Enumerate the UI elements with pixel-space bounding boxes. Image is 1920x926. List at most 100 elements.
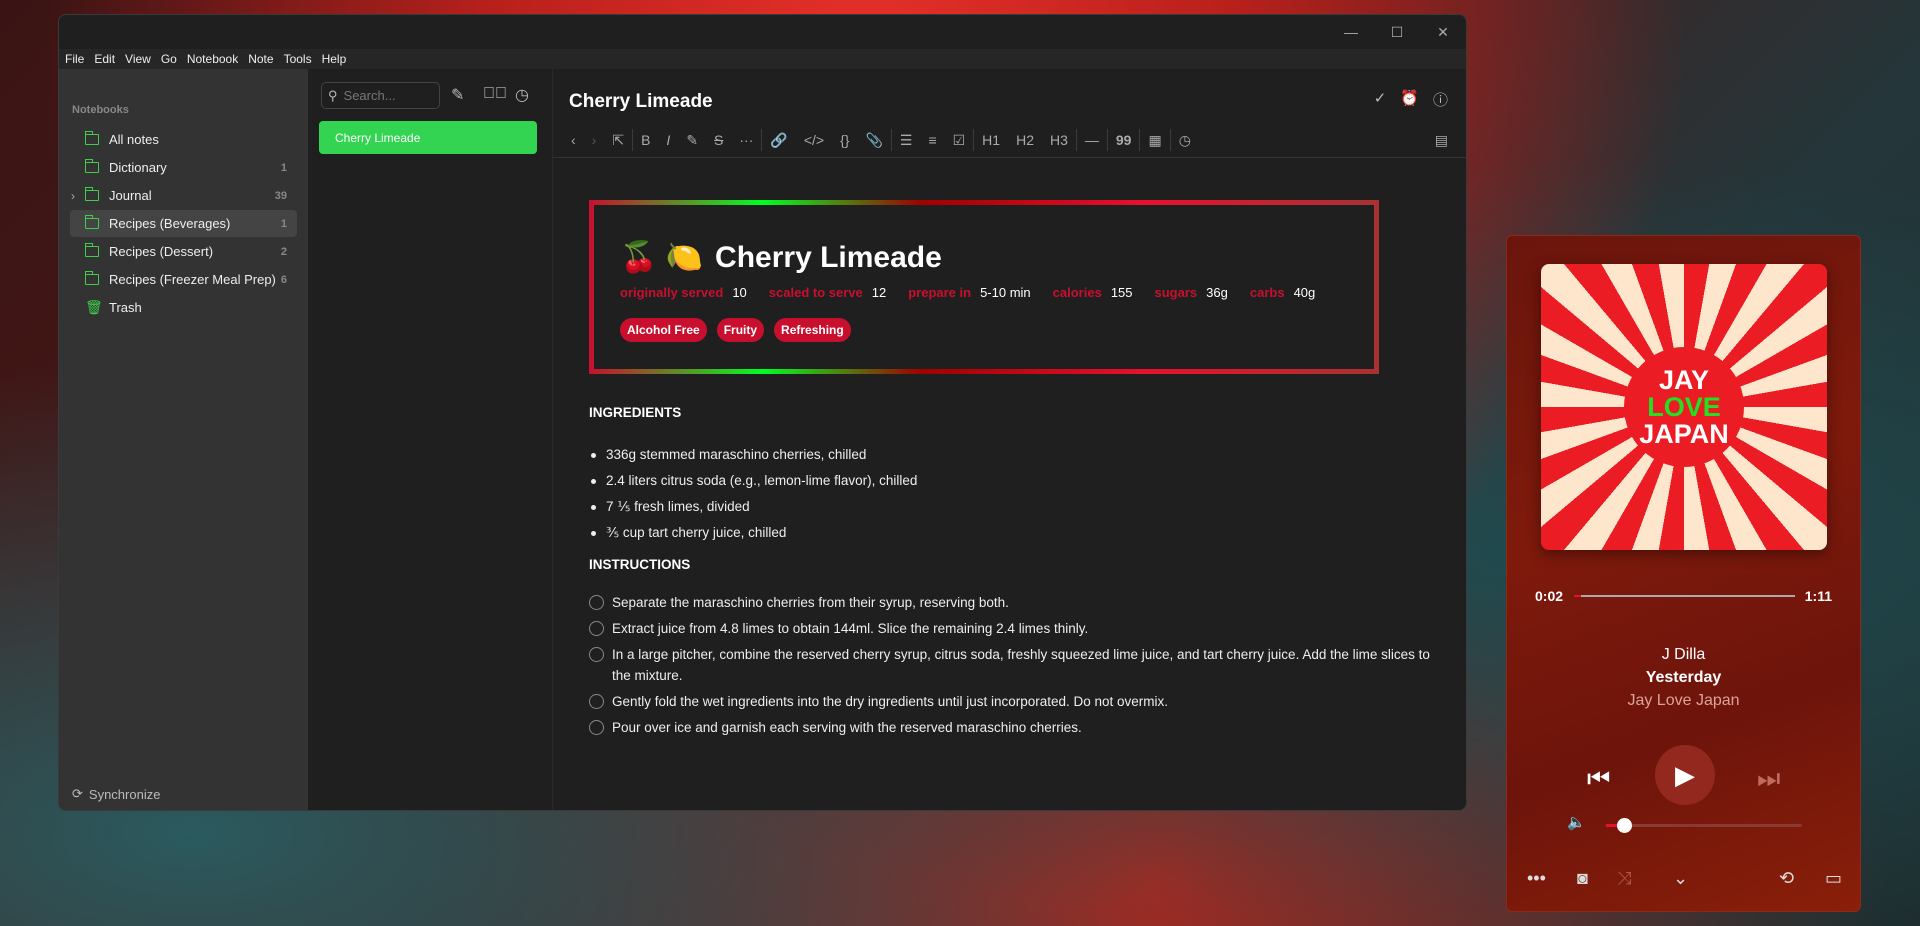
- forward-icon[interactable]: ›: [592, 132, 597, 148]
- menu-view[interactable]: View: [125, 52, 151, 66]
- editor: Cherry Limeade ✓ ⏰ ⓘ ‹ › ⇱ B I ✎ S ··· 🔗 <…: [553, 69, 1466, 810]
- menu-tools[interactable]: Tools: [284, 52, 312, 66]
- quote-icon[interactable]: 99: [1116, 132, 1132, 148]
- item-count: 1: [280, 161, 287, 174]
- folder-icon: [84, 271, 99, 285]
- more-options-icon[interactable]: •••: [1527, 868, 1546, 889]
- bullet-list-icon[interactable]: ☰: [900, 132, 913, 149]
- menu-help[interactable]: Help: [322, 52, 347, 66]
- inline-code-icon[interactable]: </>: [804, 132, 824, 148]
- recipe-title: Cherry Limeade: [715, 240, 942, 274]
- chevron-down-icon[interactable]: ⌄: [1673, 868, 1688, 889]
- trash-icon: 🗑: [85, 299, 103, 315]
- volume-icon[interactable]: 🔈: [1567, 813, 1586, 831]
- sidebar-item-dictionary[interactable]: Dictionary 1: [70, 154, 297, 181]
- checklist-item: Gently fold the wet ingredients into the…: [589, 691, 1439, 712]
- volume-knob[interactable]: [1616, 818, 1632, 833]
- sidebar-item-recipes-freezer[interactable]: Recipes (Freezer Meal Prep) 6: [70, 266, 297, 293]
- item-count: 2: [280, 245, 287, 258]
- sidebar-item-recipes-dessert[interactable]: Recipes (Dessert) 2: [70, 238, 297, 265]
- italic-icon[interactable]: I: [666, 132, 670, 148]
- sidebar-item-recipes-beverages[interactable]: Recipes (Beverages) 1: [70, 210, 297, 237]
- checkbox[interactable]: [589, 647, 604, 662]
- tag-badge: Alcohol Free: [620, 318, 707, 342]
- heading2-icon[interactable]: H2: [1016, 132, 1034, 148]
- artist-name: J Dilla: [1661, 646, 1706, 663]
- table-icon[interactable]: ▦: [1148, 132, 1161, 149]
- synchronize-button[interactable]: ⟳ Synchronize: [72, 786, 160, 802]
- numbered-list-icon[interactable]: ≡: [928, 132, 936, 148]
- link-icon[interactable]: 🔗: [770, 132, 787, 149]
- maximize-button[interactable]: ☐: [1374, 15, 1420, 49]
- more-icon[interactable]: ···: [739, 132, 753, 148]
- meta-key: prepare in: [908, 285, 972, 300]
- volume-slider[interactable]: [1606, 818, 1802, 833]
- todo-badge-icon[interactable]: ✓: [1374, 89, 1387, 110]
- checklist-item: Pour over ice and garnish each serving w…: [589, 717, 1439, 738]
- new-note-icon[interactable]: ✎: [451, 85, 464, 105]
- insert-time-icon[interactable]: ◷: [1179, 132, 1191, 149]
- new-todo-icon[interactable]: ✓⃝: [483, 85, 507, 103]
- meta-key: scaled to serve: [768, 285, 863, 300]
- repeat-icon[interactable]: ⟲: [1779, 868, 1794, 889]
- note-item-selected[interactable]: Cherry Limeade: [319, 121, 537, 154]
- item-label: All notes: [109, 132, 159, 147]
- ingredients-heading: INGREDIENTS: [589, 405, 682, 420]
- back-icon[interactable]: ‹: [571, 132, 576, 148]
- info-icon[interactable]: ⓘ: [1433, 89, 1448, 110]
- play-button[interactable]: ▶: [1655, 745, 1715, 805]
- heading3-icon[interactable]: H3: [1050, 132, 1068, 148]
- chevron-right-icon[interactable]: ›: [71, 189, 75, 203]
- tag-badge: Refreshing: [774, 318, 851, 342]
- recipe-card: 🍒 🍋 Cherry Limeade originally served 10 sc…: [589, 200, 1379, 374]
- code-block-icon[interactable]: {}: [840, 132, 849, 148]
- item-label: Journal: [109, 188, 152, 203]
- menu-edit[interactable]: Edit: [94, 52, 115, 66]
- meta-key: sugars: [1154, 285, 1198, 300]
- alarm-icon[interactable]: ⏰: [1400, 89, 1419, 110]
- meta-key: originally served: [620, 285, 724, 300]
- bold-icon[interactable]: B: [641, 132, 650, 148]
- menu-go[interactable]: Go: [161, 52, 177, 66]
- cast-icon[interactable]: ▭: [1825, 868, 1842, 889]
- meta-value: 10: [732, 285, 747, 300]
- item-count: 1: [280, 217, 287, 230]
- menu-notebook[interactable]: Notebook: [187, 52, 238, 66]
- next-track-icon[interactable]: ⏭: [1757, 763, 1780, 795]
- sidebar-item-all-notes[interactable]: All notes: [70, 126, 297, 153]
- item-label: Dictionary: [109, 160, 167, 175]
- strikethrough-icon[interactable]: S: [714, 132, 723, 148]
- horizontal-rule-icon[interactable]: —: [1085, 132, 1099, 148]
- checkbox[interactable]: [589, 621, 604, 636]
- minimize-button[interactable]: —: [1328, 15, 1374, 49]
- heading1-icon[interactable]: H1: [982, 132, 1000, 148]
- shuffle-icon[interactable]: ⤨: [1617, 868, 1631, 889]
- previous-track-icon[interactable]: ⏮: [1587, 763, 1610, 795]
- seek-bar[interactable]: [1574, 595, 1795, 597]
- checkbox[interactable]: [589, 720, 604, 735]
- editor-toolbar: ‹ › ⇱ B I ✎ S ··· 🔗 </> {} 📎 ☰ ≡ ☑ H1 H2…: [563, 125, 1456, 155]
- meta-value: 36g: [1206, 285, 1228, 300]
- highlight-icon[interactable]: ✎: [686, 132, 698, 149]
- sidebar-item-journal[interactable]: › Journal 39: [70, 182, 297, 209]
- checklist-icon[interactable]: ☑: [953, 132, 966, 149]
- checklist-item: Extract juice from 4.8 limes to obtain 1…: [589, 618, 1439, 639]
- search-input[interactable]: ⚲ Search...: [321, 82, 440, 109]
- instructions-heading: INSTRUCTIONS: [589, 557, 691, 572]
- attach-icon[interactable]: 📎: [865, 132, 882, 149]
- checkbox[interactable]: [589, 694, 604, 709]
- close-button[interactable]: ✕: [1420, 15, 1466, 49]
- menu-file[interactable]: File: [65, 52, 84, 66]
- checkbox[interactable]: [589, 595, 604, 610]
- toggle-layout-icon[interactable]: ▤: [1435, 132, 1448, 149]
- note-title[interactable]: Cherry Limeade: [569, 91, 713, 113]
- menu-note[interactable]: Note: [248, 52, 273, 66]
- notebooks-heading: Notebooks: [72, 104, 129, 116]
- album-art: JAY LOVE JAPAN: [1541, 264, 1827, 550]
- sidebar-item-trash[interactable]: 🗑 Trash: [70, 294, 297, 321]
- external-edit-icon[interactable]: ⇱: [612, 132, 624, 149]
- meta-key: carbs: [1249, 285, 1285, 300]
- toolbar-divider: [553, 157, 1466, 158]
- miniplayer-icon[interactable]: ◙: [1577, 868, 1588, 889]
- sort-order-icon[interactable]: ◷: [515, 85, 529, 105]
